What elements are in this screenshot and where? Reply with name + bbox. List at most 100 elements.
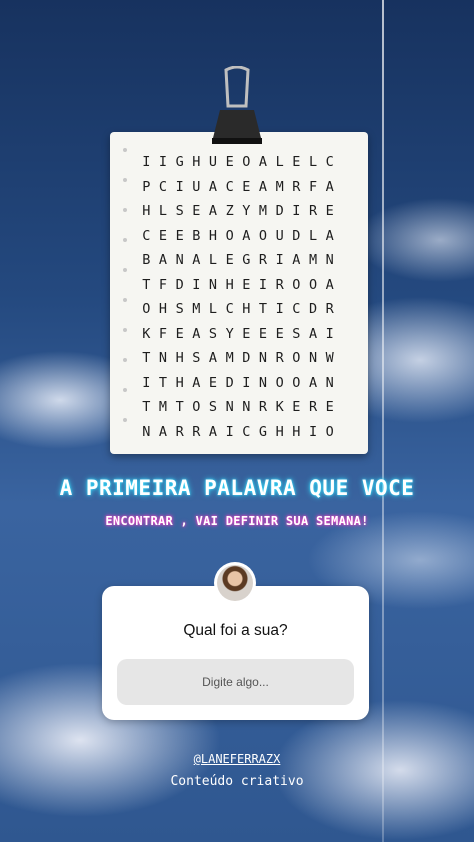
grid-letter: E	[275, 325, 284, 342]
grid-letter: T	[258, 301, 268, 317]
grid-letter: N	[142, 423, 151, 440]
grid-letter: S	[175, 301, 184, 317]
grid-letter: O	[258, 227, 268, 244]
grid-letter: A	[325, 178, 334, 195]
grid-row: TNHSAMDNRONW	[138, 346, 338, 371]
grid-letter: O	[242, 154, 251, 170]
grid-letter: E	[242, 178, 251, 195]
grid-letter: O	[225, 227, 234, 244]
grid-letter: I	[142, 374, 151, 391]
grid-letter: I	[275, 252, 284, 268]
grid-letter: I	[175, 178, 184, 195]
grid-letter: A	[208, 203, 218, 219]
grid-letter: C	[158, 178, 168, 195]
grid-letter: R	[258, 252, 268, 268]
grid-row: ITHAEDINOOAN	[138, 371, 338, 396]
grid-letter: A	[325, 227, 334, 244]
grid-letter: O	[308, 276, 318, 293]
grid-letter: H	[192, 154, 201, 170]
grid-letter: N	[258, 350, 268, 366]
grid-row: KFEASYEEESAI	[138, 322, 338, 347]
grid-letter: B	[142, 252, 151, 268]
grid-row: CEEBHOAOUDLA	[138, 224, 338, 249]
grid-letter: O	[292, 374, 301, 391]
grid-letter: Z	[225, 203, 234, 219]
grid-letter: O	[292, 276, 301, 293]
grid-letter: R	[175, 423, 184, 440]
grid-letter: H	[275, 423, 284, 440]
grid-row: PCIUACEAMRFA	[138, 175, 338, 200]
grid-letter: O	[142, 301, 151, 317]
grid-row: NARRAICGHHIO	[138, 420, 338, 445]
grid-letter: S	[208, 399, 218, 415]
grid-letter: R	[275, 350, 284, 366]
grid-letter: C	[292, 301, 301, 317]
grid-letter: M	[275, 178, 284, 195]
grid-letter: O	[292, 350, 301, 366]
grid-letter: H	[158, 301, 168, 317]
grid-letter: E	[292, 399, 301, 415]
subheadline: ENCONTRAR , VAI DEFINIR SUA SEMANA!	[105, 514, 369, 528]
grid-letter: H	[225, 276, 234, 293]
grid-letter: O	[192, 399, 201, 415]
grid-letter: E	[158, 227, 168, 244]
grid-letter: W	[325, 350, 334, 366]
grid-letter: N	[258, 374, 268, 391]
grid-letter: G	[258, 423, 268, 440]
grid-letter: I	[158, 154, 168, 170]
grid-letter: A	[258, 154, 268, 170]
grid-letter: H	[242, 301, 251, 317]
grid-letter: C	[142, 227, 151, 244]
grid-row: OHSMLCHTICDR	[138, 297, 338, 322]
grid-letter: R	[192, 423, 201, 440]
grid-letter: M	[225, 350, 234, 366]
grid-letter: E	[325, 203, 334, 219]
grid-letter: S	[175, 203, 184, 219]
grid-letter: I	[308, 423, 318, 440]
grid-row: HLSEAZYMDIRE	[138, 199, 338, 224]
grid-letter: Y	[242, 203, 251, 219]
grid-letter: R	[292, 178, 301, 195]
grid-letter: H	[208, 227, 218, 244]
grid-letter: U	[275, 227, 284, 244]
grid-letter: E	[325, 399, 334, 415]
question-text: Qual foi a sua?	[183, 622, 288, 639]
film-scratch-line	[382, 0, 384, 842]
grid-row: IIGHUEOALELC	[138, 150, 338, 175]
grid-letter: R	[325, 301, 334, 317]
grid-letter: D	[292, 227, 301, 244]
word-search-grid: IIGHUEOALELCPCIUACEAMRFAHLSEAZYMDIRECEEB…	[138, 150, 338, 444]
answer-input[interactable]	[117, 659, 354, 705]
grid-letter: N	[325, 374, 334, 391]
grid-letter: D	[225, 374, 234, 391]
grid-letter: N	[225, 399, 234, 415]
creator-handle[interactable]: @LANEFERRAZX	[0, 752, 474, 766]
grid-letter: L	[208, 252, 218, 268]
grid-letter: C	[225, 178, 234, 195]
grid-letter: L	[308, 227, 318, 244]
grid-letter: M	[308, 252, 318, 268]
grid-letter: E	[292, 154, 301, 170]
grid-row: TFDINHEIROOA	[138, 273, 338, 298]
grid-letter: C	[242, 423, 251, 440]
grid-letter: L	[275, 154, 284, 170]
grid-letter: N	[242, 399, 251, 415]
grid-letter: A	[292, 252, 301, 268]
grid-letter: H	[142, 203, 151, 219]
grid-letter: A	[242, 227, 251, 244]
grid-letter: P	[142, 178, 151, 195]
grid-letter: A	[192, 252, 201, 268]
grid-letter: E	[192, 203, 201, 219]
grid-letter: L	[158, 203, 168, 219]
grid-letter: K	[275, 399, 284, 415]
grid-letter: R	[308, 399, 318, 415]
grid-letter: K	[142, 325, 151, 342]
grid-letter: C	[225, 301, 234, 317]
grid-letter: I	[258, 276, 268, 293]
grid-letter: Y	[225, 325, 234, 342]
grid-letter: A	[208, 178, 218, 195]
grid-letter: H	[292, 423, 301, 440]
grid-letter: N	[308, 350, 318, 366]
grid-letter: I	[325, 325, 334, 342]
profile-photo	[217, 565, 253, 601]
